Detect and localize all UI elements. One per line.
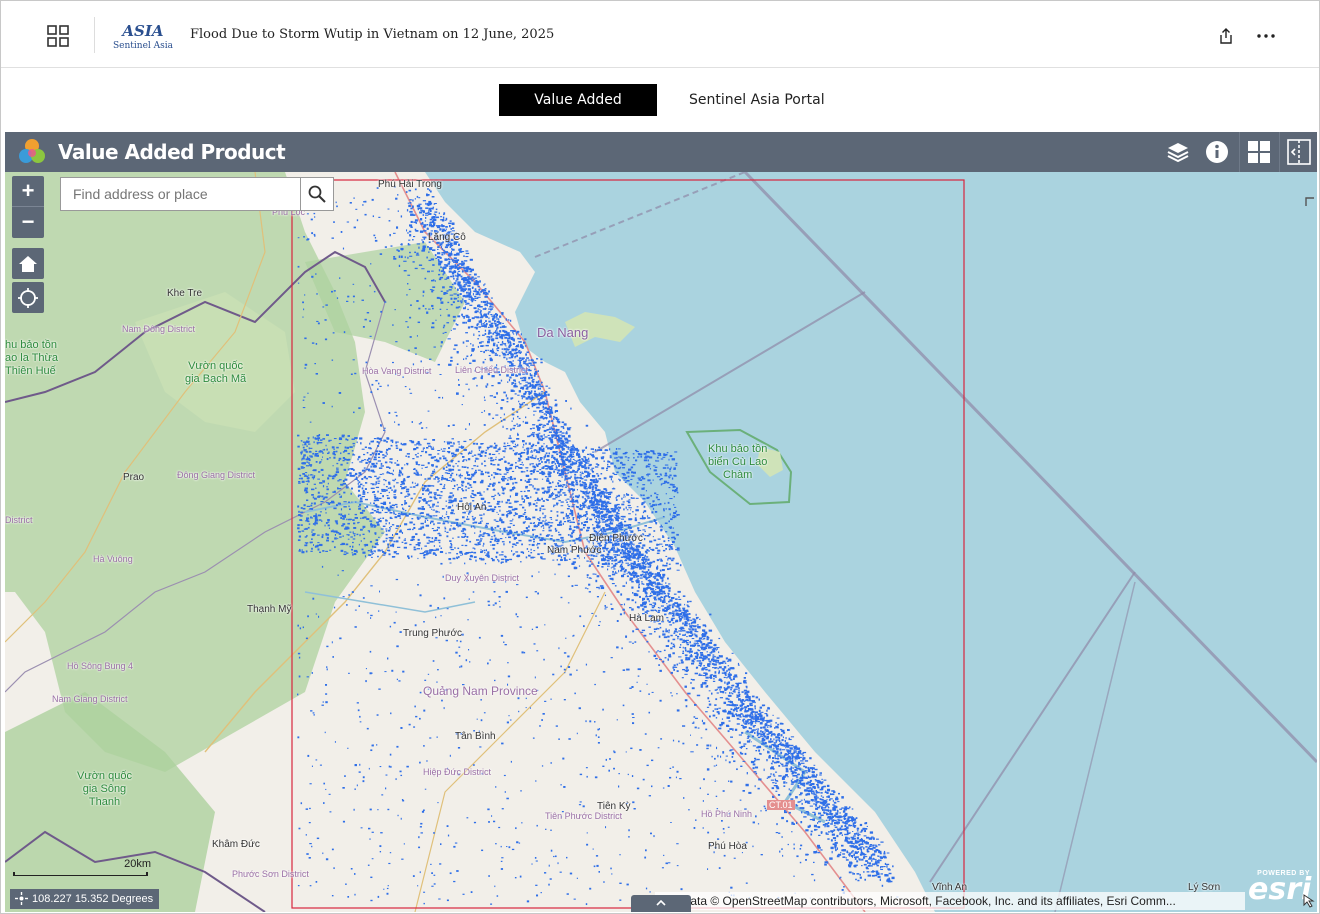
grid-icon[interactable] [1239, 132, 1277, 172]
crosshair-icon [15, 892, 28, 905]
widget-title: Value Added Product [58, 140, 286, 164]
more-icon[interactable] [1254, 26, 1278, 46]
map-label: Da Nang [537, 325, 589, 340]
map-label: Đông Giang District [177, 470, 256, 480]
map-label: Prao [123, 472, 145, 483]
app-launcher-icon[interactable] [41, 21, 75, 51]
map-label: Phú Hòa [708, 841, 747, 852]
search-widget [60, 177, 334, 211]
esri-logo: POWERED BY esri [1248, 870, 1312, 910]
map-label: Nam Đông District [122, 324, 196, 334]
scroll-up-icon[interactable] [1305, 194, 1315, 206]
locate-icon [18, 287, 38, 308]
map-label: Hà Vuông [93, 554, 133, 564]
header-divider [94, 17, 95, 53]
app-frame: ASIA Sentinel Asia Flood Due to Storm Wu… [0, 0, 1320, 914]
sea [425, 172, 1317, 912]
home-icon [19, 255, 37, 272]
map-label: Tiên Phước District [545, 811, 623, 821]
road-shield: CT.01 [767, 800, 795, 810]
map-label: Điện Phước [589, 533, 643, 544]
map-label: Hòa Vang District [362, 366, 432, 376]
coordinate-widget[interactable]: 108.227 15.352 Degrees [10, 889, 160, 909]
chevron-up-icon [656, 899, 666, 906]
sentinel-asia-logo[interactable]: ASIA Sentinel Asia [111, 15, 175, 57]
logo-mark: ASIA [122, 22, 164, 40]
tab-sentinel-asia-portal[interactable]: Sentinel Asia Portal [681, 84, 833, 116]
basemap [5, 172, 1317, 912]
zoom-out-button[interactable]: − [12, 207, 44, 238]
map-label: Hà Lam [629, 613, 665, 624]
map-label: Phước Sơn District [232, 869, 309, 879]
attribution-text: Map data © OpenStreetMap contributors, M… [657, 894, 1176, 908]
map-label: Khe Tre [167, 288, 203, 299]
map-label: Khu bảo tồn biển Cù Lao Chàm [708, 443, 768, 481]
map-label: Hiệp Đức District [423, 767, 492, 777]
map-label: Vườn quốc gia Sông Thanh [77, 770, 132, 808]
map-label: Duy Xuyên District [445, 573, 520, 583]
app-title: Flood Due to Storm Wutip in Vietnam on 1… [190, 27, 555, 42]
nav-bar: Value Added Product Sentinel Asia Portal [1, 68, 1319, 140]
search-button[interactable] [300, 178, 333, 210]
attribution-toggle[interactable] [631, 895, 691, 912]
zoom-in-button[interactable]: + [12, 176, 44, 207]
share-icon[interactable] [1216, 26, 1236, 46]
map-label: Hồ Phú Ninh [701, 809, 753, 819]
map-label: Hồ Sông Bung 4 [67, 661, 134, 671]
tab-value-added-product[interactable]: Value Added Product [499, 84, 657, 140]
info-icon[interactable] [1198, 132, 1236, 172]
search-input[interactable] [61, 178, 300, 210]
road-south [414, 591, 606, 912]
zoom-controls: + − [12, 176, 44, 238]
esri-text: esri [1248, 872, 1312, 907]
map-label: District [5, 515, 33, 525]
map-label: Vườn quốc gia Bạch Mã [185, 360, 247, 385]
map-label: Lăng Cô [428, 232, 466, 243]
map-label: Nam Giang District [52, 694, 128, 704]
map-label: Tân Bình [455, 731, 496, 742]
logo-text: Sentinel Asia [112, 41, 173, 51]
map-label: Nam Phước [547, 545, 602, 556]
app-logo-icon [17, 137, 47, 167]
map-label: Quảng Nam Province [423, 684, 538, 698]
locate-button[interactable] [12, 282, 44, 313]
attribution[interactable]: Map data © OpenStreetMap contributors, M… [655, 892, 1245, 910]
search-icon [308, 185, 326, 203]
scale-bar: 20km [13, 858, 151, 876]
home-button[interactable] [12, 248, 44, 279]
map-label: Trung Phước [403, 628, 463, 639]
resize-handle-icon[interactable] [1303, 894, 1315, 908]
scale-text: 20km [124, 858, 151, 870]
map-label: Hội An [457, 502, 487, 513]
map-label: hu bảo tồn ao la Thừa Thiên Huế [5, 339, 59, 377]
map-label: Khâm Đức [212, 839, 260, 850]
widget-header: Value Added Product [5, 132, 1317, 172]
panel-toggle-icon[interactable] [1279, 132, 1317, 172]
map-label: Liên Chiểu District [455, 365, 529, 375]
layers-icon[interactable] [1159, 132, 1197, 172]
map-label: Thạnh Mỹ [247, 604, 292, 615]
coordinate-text: 108.227 15.352 Degrees [32, 893, 154, 905]
map-label: Phú Hải Trong [378, 179, 442, 190]
map-view[interactable]: Phú Hải Trong Phú Lộc Lăng Cô Khe Tre Na… [5, 172, 1317, 912]
app-header: ASIA Sentinel Asia Flood Due to Storm Wu… [1, 1, 1319, 68]
